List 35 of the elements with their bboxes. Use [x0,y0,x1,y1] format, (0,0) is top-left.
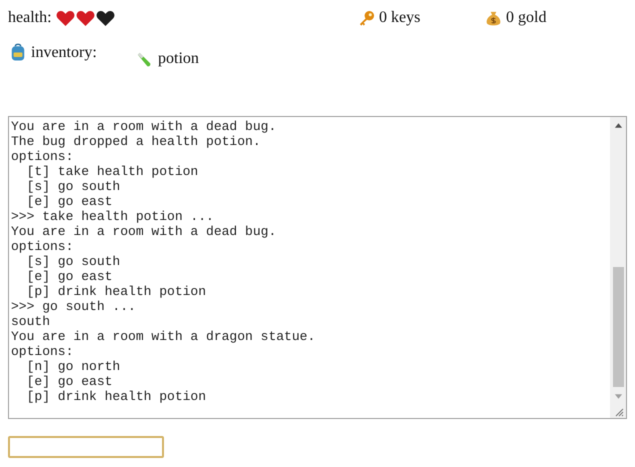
log-line: [p] drink health potion [26,389,208,404]
coin-count: 0 gold [506,9,546,27]
log-line: options: [11,149,74,164]
inventory-item: potion [158,50,199,68]
backpack-icon [10,43,26,62]
log-line: [e] go east [26,269,114,284]
log-line: [s] go south [26,254,122,269]
scroll-down-icon[interactable] [614,394,623,400]
keys-count: 0 keys [379,9,420,27]
log-line: You are in a room with a dead bug. [11,119,278,134]
log-line: You are in a room with a dead bug. [11,224,278,239]
log-line: [n] go north [26,359,122,374]
log-line: [e] go east [26,374,114,389]
log-area[interactable] [8,116,627,419]
log-line: options: [11,344,74,359]
resize-grip-icon[interactable] [614,407,624,417]
log-line: [s] go south [26,179,122,194]
health-label: health: [8,9,52,27]
log-line: options: [11,239,74,254]
log-line: You are in a room with a dragon statue. [11,329,316,344]
log-line: [t] take health potion [26,164,200,179]
money-bag-icon [485,10,502,26]
log-line: >>> go south ... [11,299,137,314]
log-line: The bug dropped a health potion. [11,134,262,149]
test-tube-icon [135,50,152,68]
key-icon [358,10,375,26]
scrollbar[interactable] [610,117,626,418]
log-line: [e] go east [26,194,114,209]
log-line: south [11,314,52,329]
log-line: [p] drink health potion [26,284,208,299]
scroll-up-icon[interactable] [614,122,623,128]
log-line: >>> take health potion ... [11,209,215,224]
inventory-label: inventory: [31,44,97,62]
command-field[interactable] [8,436,164,458]
scroll-thumb[interactable] [613,267,624,387]
